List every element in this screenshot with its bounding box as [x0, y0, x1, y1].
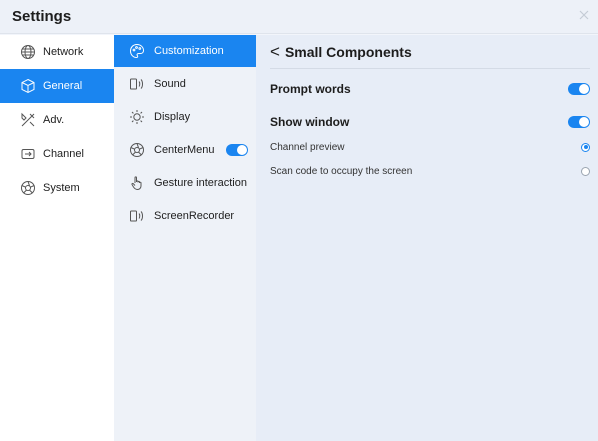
aperture-icon: [19, 179, 37, 197]
divider: [270, 68, 590, 69]
prompt-words-toggle[interactable]: [568, 83, 590, 95]
subnav-item-gesture[interactable]: Gesture interaction: [114, 167, 256, 199]
centermenu-toggle[interactable]: [225, 144, 248, 156]
palette-icon: [128, 42, 146, 60]
subnav-item-sound[interactable]: Sound: [114, 68, 256, 100]
setting-label: Prompt words: [270, 82, 351, 96]
option-scan-code[interactable]: Scan code to occupy the screen: [270, 163, 590, 179]
show-window-toggle[interactable]: [568, 116, 590, 128]
speaker-icon: [128, 75, 146, 93]
speaker-icon: [128, 207, 146, 225]
subnav-item-customization[interactable]: Customization: [114, 35, 256, 67]
setting-prompt-words: Prompt words: [270, 80, 590, 98]
tools-icon: [19, 111, 37, 129]
sidebar-item-network[interactable]: Network: [0, 35, 114, 69]
aperture-icon: [128, 141, 146, 159]
subnav-item-label: Display: [154, 111, 191, 123]
subnav-item-label: Sound: [154, 78, 186, 90]
window-title: Settings: [12, 8, 72, 25]
subnav-item-label: Customization: [154, 45, 224, 57]
subnav-item-display[interactable]: Display: [114, 101, 256, 133]
channel-icon: [19, 145, 37, 163]
secondary-sidebar: Customization Sound Display CenterMenu G…: [114, 35, 256, 441]
primary-sidebar: Network General Adv. Channel System: [0, 35, 114, 441]
chevron-left-icon[interactable]: <: [270, 42, 280, 62]
hand-icon: [128, 174, 146, 192]
subnav-item-centermenu[interactable]: CenterMenu: [114, 134, 256, 166]
channel-preview-radio[interactable]: [581, 142, 590, 152]
title-bar: Settings: [0, 0, 598, 34]
sidebar-item-label: General: [43, 80, 83, 92]
sidebar-item-label: Channel: [43, 148, 84, 160]
content-panel: < Small Components Prompt words Show win…: [256, 35, 598, 441]
sidebar-item-label: Adv.: [43, 114, 65, 126]
setting-show-window: Show window: [270, 113, 590, 131]
sidebar-item-general[interactable]: General: [0, 69, 114, 103]
option-channel-preview[interactable]: Channel preview: [270, 139, 590, 155]
cube-icon: [19, 77, 37, 95]
setting-label: Show window: [270, 115, 350, 129]
sidebar-item-system[interactable]: System: [0, 171, 114, 205]
subnav-item-label: Gesture interaction: [154, 177, 247, 189]
close-icon[interactable]: [578, 9, 590, 21]
scan-code-radio[interactable]: [581, 166, 590, 176]
globe-icon: [19, 43, 37, 61]
page-header: < Small Components: [270, 42, 412, 62]
subnav-item-screenrecorder[interactable]: ScreenRecorder: [114, 200, 256, 232]
sidebar-item-adv[interactable]: Adv.: [0, 103, 114, 137]
sidebar-item-channel[interactable]: Channel: [0, 137, 114, 171]
page-title: Small Components: [284, 44, 412, 60]
sidebar-item-label: System: [43, 182, 80, 194]
option-label: Scan code to occupy the screen: [270, 165, 413, 177]
sidebar-item-label: Network: [43, 46, 84, 58]
brightness-icon: [128, 108, 146, 126]
subnav-item-label: ScreenRecorder: [154, 210, 235, 222]
option-label: Channel preview: [270, 141, 345, 153]
subnav-item-label: CenterMenu: [154, 144, 215, 156]
